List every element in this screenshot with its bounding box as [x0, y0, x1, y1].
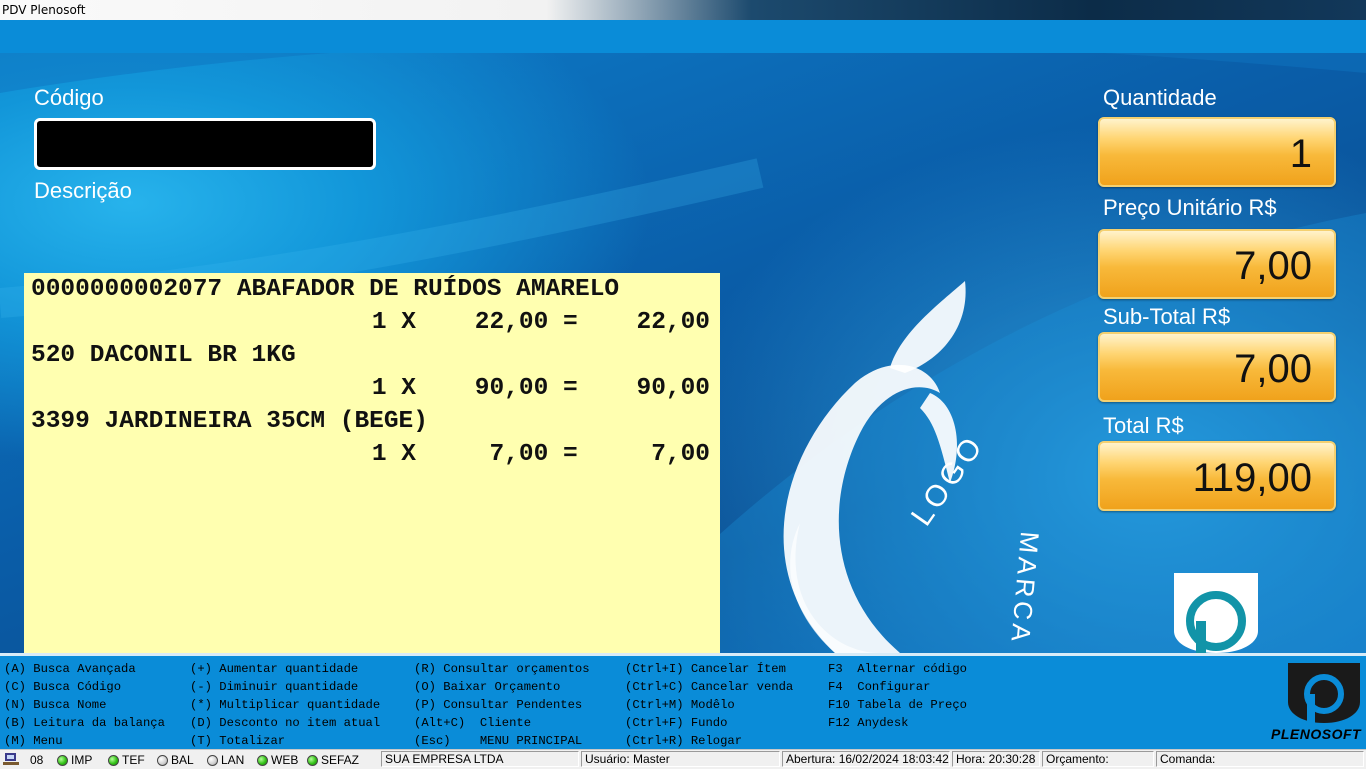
total-value: 119,00	[1098, 441, 1336, 511]
total-label: Total R$	[1103, 413, 1184, 438]
shortcut-item[interactable]: (N) Busca Nome	[4, 696, 165, 714]
terminal-number: 08	[30, 753, 44, 767]
shortcut-item[interactable]: (R) Consultar orçamentos	[414, 660, 590, 678]
receipt-item-calc: 1 X 22,00 = 22,00	[371, 309, 710, 336]
shortcut-item[interactable]: (A) Busca Avançada	[4, 660, 165, 678]
receipt-item-calc: 1 X 7,00 = 7,00	[371, 441, 710, 468]
title-bar: PDV Plenosoft	[0, 0, 1366, 20]
shortcuts-bar: (A) Busca Avançada (C) Busca Código (N) …	[0, 653, 1366, 749]
receipt-item-description: 0000000002077 ABAFADOR DE RUÍDOS AMARELO	[31, 276, 620, 303]
indicator-bal: BAL	[157, 753, 194, 767]
shortcut-item[interactable]: (B) Leitura da balança	[4, 714, 165, 732]
shortcut-item[interactable]: F4 Configurar	[828, 678, 967, 696]
shortcut-item[interactable]: (Alt+C) Cliente	[414, 714, 590, 732]
brand-name: PLENOSOFT	[1271, 726, 1362, 742]
indicator-lan: LAN	[207, 753, 244, 767]
shortcut-item[interactable]: (Ctrl+M) Modêlo	[625, 696, 793, 714]
subtotal-label: Sub-Total R$	[1103, 304, 1231, 329]
shortcuts-col-5: F3 Alternar código F4 Configurar F10 Tab…	[828, 660, 967, 732]
plenosoft-logo-icon	[1288, 663, 1360, 723]
preco-unitario-label: Preço Unitário R$	[1103, 195, 1277, 220]
quantidade-label: Quantidade	[1103, 85, 1217, 110]
status-led-icon	[207, 755, 218, 766]
shortcut-item[interactable]: (*) Multiplicar quantidade	[190, 696, 380, 714]
shortcut-item[interactable]: F12 Anydesk	[828, 714, 967, 732]
abertura-panel: Abertura: 16/02/2024 18:03:42	[782, 751, 950, 767]
shortcuts-col-3: (R) Consultar orçamentos (O) Baixar Orça…	[414, 660, 590, 750]
indicator-imp: IMP	[57, 753, 92, 767]
receipt-item-description: 520 DACONIL BR 1KG	[31, 342, 296, 369]
top-band	[0, 20, 1366, 54]
shortcut-item[interactable]: (T) Totalizar	[190, 732, 380, 750]
shortcuts-col-1: (A) Busca Avançada (C) Busca Código (N) …	[4, 660, 165, 750]
receipt-item-description: 3399 JARDINEIRA 35CM (BEGE)	[31, 408, 428, 435]
shortcut-item[interactable]: F3 Alternar código	[828, 660, 967, 678]
usuario-panel: Usuário: Master	[581, 751, 780, 767]
hora-panel: Hora: 20:30:28	[952, 751, 1040, 767]
empresa-panel: SUA EMPRESA LTDA	[381, 751, 579, 767]
window-title: PDV Plenosoft	[2, 3, 86, 17]
status-led-icon	[108, 755, 119, 766]
status-led-icon	[257, 755, 268, 766]
status-led-icon	[57, 755, 68, 766]
shortcut-item[interactable]: (Ctrl+I) Cancelar Ítem	[625, 660, 793, 678]
status-bar: 08 IMP TEF BAL LAN WEB SEFAZ SUA EMPRESA…	[0, 749, 1366, 769]
shortcut-item[interactable]: (Esc) MENU PRINCIPAL	[414, 732, 590, 750]
indicator-sefaz: SEFAZ	[307, 753, 359, 767]
shortcut-item[interactable]: (P) Consultar Pendentes	[414, 696, 590, 714]
shortcut-item[interactable]: (Ctrl+F) Fundo	[625, 714, 793, 732]
shortcuts-col-2: (+) Aumentar quantidade (-) Diminuir qua…	[190, 660, 380, 750]
preco-unitario-value: 7,00	[1098, 229, 1336, 299]
indicator-web: WEB	[257, 753, 298, 767]
codigo-input[interactable]	[34, 118, 376, 170]
shortcut-item[interactable]: F10 Tabela de Preço	[828, 696, 967, 714]
shortcut-item[interactable]: (-) Diminuir quantidade	[190, 678, 380, 696]
receipt-panel: 0000000002077 ABAFADOR DE RUÍDOS AMARELO…	[24, 273, 720, 653]
orcamento-panel: Orçamento:	[1042, 751, 1154, 767]
shortcuts-col-4: (Ctrl+I) Cancelar Ítem (Ctrl+C) Cancelar…	[625, 660, 793, 750]
descricao-value	[34, 205, 634, 235]
status-led-icon	[157, 755, 168, 766]
descricao-label: Descrição	[34, 178, 132, 203]
indicator-tef: TEF	[108, 753, 145, 767]
codigo-label: Código	[34, 85, 104, 110]
comanda-panel: Comanda:	[1156, 751, 1364, 767]
subtotal-value: 7,00	[1098, 332, 1336, 402]
status-led-icon	[307, 755, 318, 766]
receipt-item-calc: 1 X 90,00 = 90,00	[371, 375, 710, 402]
shortcut-item[interactable]: (+) Aumentar quantidade	[190, 660, 380, 678]
quantidade-value: 1	[1098, 117, 1336, 187]
shortcut-item[interactable]: (D) Desconto no item atual	[190, 714, 380, 732]
terminal-icon	[3, 752, 19, 769]
main-area: LOGO MARCA Código Descrição 000000000207…	[0, 53, 1366, 653]
shortcut-item[interactable]: (C) Busca Código	[4, 678, 165, 696]
shortcut-item[interactable]: (M) Menu	[4, 732, 165, 750]
shortcut-item[interactable]: (Ctrl+C) Cancelar venda	[625, 678, 793, 696]
shortcut-item[interactable]: (Ctrl+R) Relogar	[625, 732, 793, 750]
shortcut-item[interactable]: (O) Baixar Orçamento	[414, 678, 590, 696]
plenosoft-shield-icon	[1174, 573, 1258, 653]
